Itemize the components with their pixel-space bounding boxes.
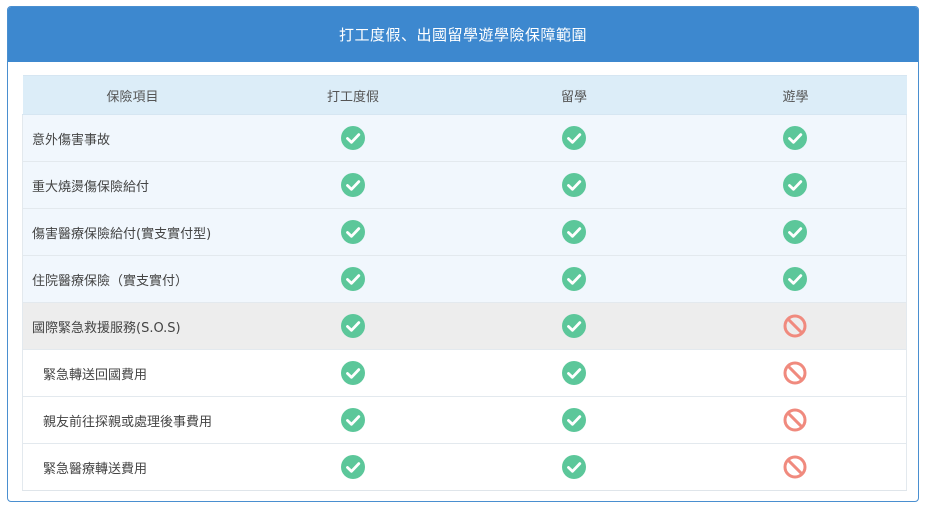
coverage-cell — [463, 114, 685, 162]
table-row: 親友前往探親或處理後事費用 — [22, 396, 907, 444]
check-icon — [341, 173, 365, 197]
check-icon — [562, 314, 586, 338]
check-icon — [341, 455, 365, 479]
check-icon — [341, 361, 365, 385]
table-row: 傷害醫療保險給付(實支實付型) — [22, 208, 907, 256]
prohibited-icon — [783, 361, 807, 385]
coverage-cell — [463, 255, 685, 303]
coverage-cell — [684, 208, 907, 256]
check-icon — [341, 267, 365, 291]
coverage-item-label: 住院醫療保險（實支實付） — [22, 255, 243, 303]
header-study-abroad: 留學 — [463, 75, 685, 115]
coverage-cell — [463, 349, 685, 397]
table-row: 國際緊急救援服務(S.O.S) — [22, 302, 907, 350]
coverage-cell — [463, 161, 685, 209]
check-icon — [783, 126, 808, 150]
check-icon — [783, 220, 808, 244]
coverage-cell — [684, 161, 907, 209]
check-icon — [562, 455, 586, 479]
coverage-cell — [463, 302, 685, 350]
check-icon — [783, 173, 808, 197]
coverage-cell — [684, 114, 907, 162]
coverage-item-label: 傷害醫療保險給付(實支實付型) — [22, 208, 243, 256]
check-icon — [341, 126, 365, 150]
check-icon — [341, 314, 365, 338]
coverage-cell — [242, 349, 464, 397]
prohibited-icon — [783, 314, 807, 338]
header-study-tour: 遊學 — [684, 75, 907, 115]
check-icon — [562, 361, 586, 385]
coverage-cell — [684, 396, 907, 444]
coverage-cell — [684, 302, 907, 350]
coverage-cell — [684, 255, 907, 303]
coverage-table-wrap: 保險項目 打工度假 留學 遊學 意外傷害事故 重大燒燙傷保險給付 傷害醫療保險給付(… — [22, 75, 907, 491]
prohibited-icon — [783, 408, 807, 432]
coverage-cell — [684, 443, 907, 491]
coverage-table: 保險項目 打工度假 留學 遊學 意外傷害事故 重大燒燙傷保險給付 傷害醫療保險給付(… — [22, 75, 907, 491]
check-icon — [341, 408, 365, 432]
check-icon — [562, 408, 586, 432]
prohibited-icon — [783, 455, 807, 479]
coverage-cell — [242, 396, 464, 444]
table-row: 緊急醫療轉送費用 — [22, 443, 907, 491]
panel-title: 打工度假、出國留學遊學險保障範圍 — [8, 7, 918, 62]
coverage-cell — [463, 208, 685, 256]
coverage-cell — [242, 114, 464, 162]
header-insurance-item: 保險項目 — [22, 75, 243, 115]
check-icon — [562, 173, 586, 197]
table-row: 意外傷害事故 — [22, 114, 907, 162]
coverage-item-label: 緊急轉送回國費用 — [22, 349, 243, 397]
table-row: 重大燒燙傷保險給付 — [22, 161, 907, 209]
coverage-item-label: 意外傷害事故 — [22, 114, 243, 162]
coverage-item-label: 重大燒燙傷保險給付 — [22, 161, 243, 209]
check-icon — [562, 267, 586, 291]
coverage-cell — [242, 208, 464, 256]
table-row: 緊急轉送回國費用 — [22, 349, 907, 397]
header-working-holiday: 打工度假 — [242, 75, 464, 115]
coverage-item-label: 緊急醫療轉送費用 — [22, 443, 243, 491]
check-icon — [562, 126, 586, 150]
coverage-cell — [242, 161, 464, 209]
coverage-cell — [242, 302, 464, 350]
coverage-cell — [684, 349, 907, 397]
coverage-item-label: 親友前往探親或處理後事費用 — [22, 396, 243, 444]
coverage-cell — [463, 396, 685, 444]
coverage-cell — [242, 443, 464, 491]
coverage-cell — [242, 255, 464, 303]
coverage-cell — [463, 443, 685, 491]
check-icon — [783, 267, 808, 291]
check-icon — [341, 220, 365, 244]
table-header-row: 保險項目 打工度假 留學 遊學 — [22, 75, 907, 115]
check-icon — [562, 220, 586, 244]
table-row: 住院醫療保險（實支實付） — [22, 255, 907, 303]
coverage-item-label: 國際緊急救援服務(S.O.S) — [22, 302, 243, 350]
coverage-panel: 打工度假、出國留學遊學險保障範圍 保險項目 打工度假 留學 遊學 意外傷害事故重… — [7, 6, 919, 502]
